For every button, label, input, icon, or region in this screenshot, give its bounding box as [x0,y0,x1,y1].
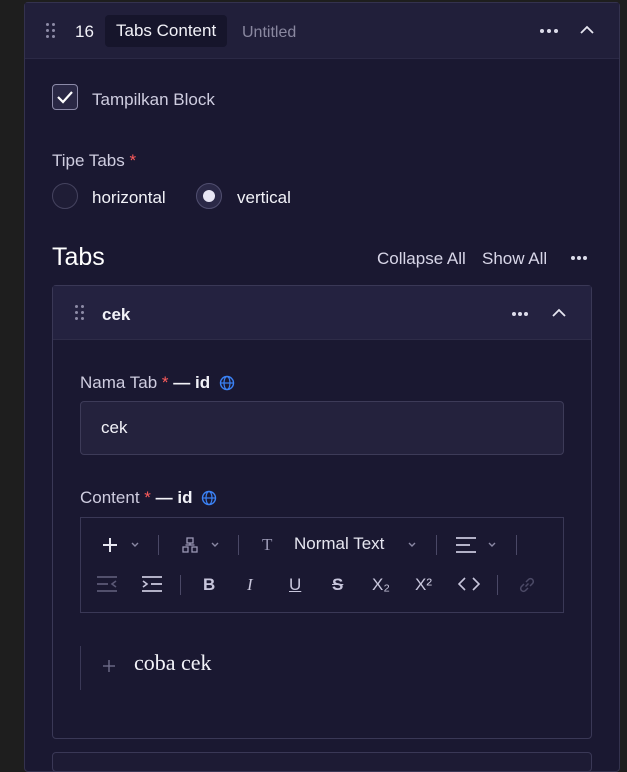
toolbar-divider [516,535,517,555]
content-label: Content * — id [80,488,217,508]
toolbar-divider [180,575,181,595]
indent-icon[interactable] [141,575,163,593]
tabs-more-options-icon[interactable] [571,256,589,260]
tab-name-label: Nama Tab * — id [80,373,235,393]
italic-icon[interactable]: I [247,575,253,595]
check-icon [57,91,73,104]
tab-type-label: Tipe Tabs * [52,151,137,170]
rich-text-editor-body[interactable]: coba cek [80,646,565,690]
strikethrough-icon[interactable]: S [332,575,343,595]
block-type-badge: Tabs Content [105,15,228,47]
tab-item-header[interactable]: cek [53,286,591,340]
tab-item-card: cek Nama Tab * — id cek Content * — id T… [52,285,592,739]
bold-icon[interactable]: B [203,575,215,595]
toolbar-divider [497,575,498,595]
tab-more-options-icon[interactable] [512,312,530,316]
tabs-section-title: Tabs [52,243,105,271]
editor-content-text[interactable]: coba cek [134,650,212,676]
show-block-label: Tampilkan Block [92,90,215,109]
radio-vertical[interactable] [196,183,222,209]
link-icon[interactable] [518,576,536,594]
globe-icon [219,375,235,391]
toolbar-divider [238,535,239,555]
drag-handle-icon[interactable] [46,23,56,39]
chevron-down-icon[interactable] [131,542,139,548]
blocks-icon[interactable] [182,537,198,553]
underline-icon[interactable]: U [289,575,301,595]
superscript-icon[interactable]: X² [415,575,432,595]
more-options-icon[interactable] [540,29,558,33]
next-tab-item-card[interactable] [52,752,592,772]
tab-name-input[interactable]: cek [80,401,564,455]
chevron-down-icon[interactable] [488,542,496,548]
tabs-content-block-panel: 16 Tabs Content Untitled Tampilkan Block… [24,2,620,772]
chevron-down-icon[interactable] [211,542,219,548]
collapse-all-button[interactable]: Collapse All [377,249,466,269]
chevron-down-icon[interactable] [408,542,416,548]
text-style-select[interactable]: Normal Text [294,534,384,554]
add-block-plus-icon[interactable] [103,660,115,672]
radio-horizontal-label[interactable]: horizontal [92,188,166,208]
align-icon[interactable] [455,536,477,554]
radio-horizontal[interactable] [52,183,78,209]
block-title: Untitled [242,24,297,41]
outdent-icon[interactable] [96,575,118,593]
tab-drag-handle-icon[interactable] [75,305,85,321]
radio-vertical-label[interactable]: vertical [237,188,291,208]
tab-item-name: cek [102,305,131,324]
show-block-checkbox[interactable] [52,84,78,110]
plus-icon[interactable] [102,537,118,553]
subscript-icon[interactable]: X₂ [372,575,390,595]
show-all-button[interactable]: Show All [482,249,547,269]
tab-collapse-chevron-up-icon[interactable] [552,308,566,318]
text-type-icon: T [262,535,273,554]
toolbar-divider [158,535,159,555]
collapse-chevron-up-icon[interactable] [580,25,594,35]
block-number: 16 [75,22,94,41]
content-globe-icon [202,490,217,506]
block-header[interactable]: 16 Tabs Content Untitled [25,3,619,59]
toolbar-divider [436,535,437,555]
rich-text-toolbar: T Normal Text B I U S X₂ X² [80,517,564,613]
code-icon[interactable] [458,577,480,591]
